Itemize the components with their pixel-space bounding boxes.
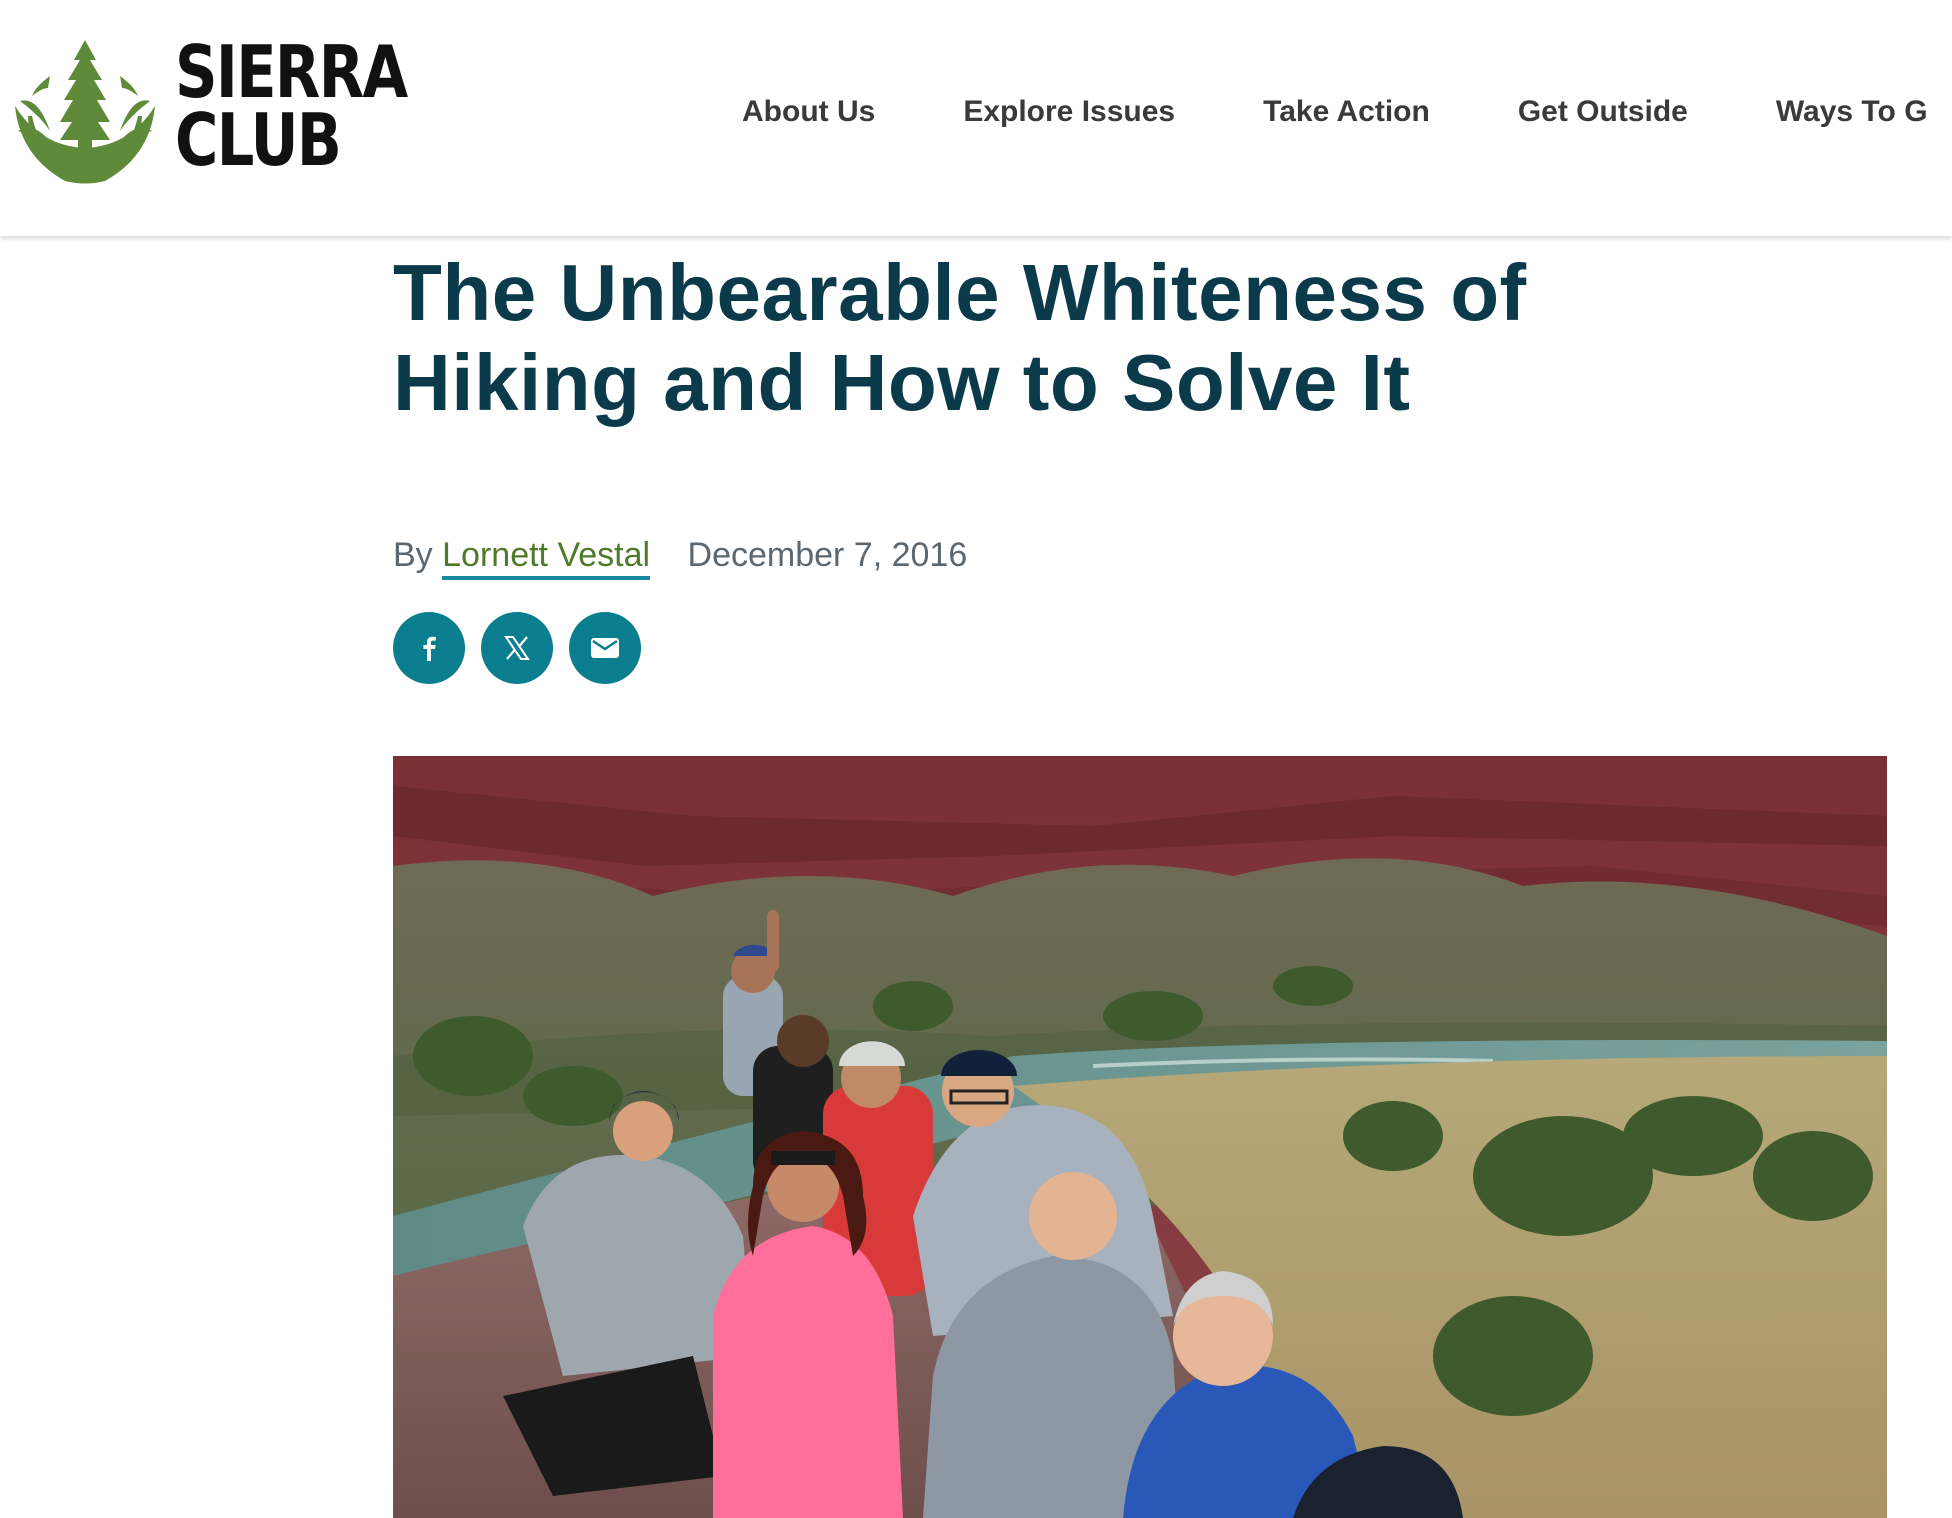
nav-about-us[interactable]: About Us (742, 95, 875, 129)
x-icon (504, 636, 530, 660)
byline-prefix: By (393, 536, 433, 574)
logo-wordmark-line2: CLUB (175, 98, 342, 182)
site-header: SIERRA CLUB About Us Explore Issues Take… (0, 0, 1952, 236)
sequoia-tree-logo-icon (13, 39, 157, 184)
sierra-club-logo-link[interactable]: SIERRA CLUB (10, 30, 420, 190)
page: SIERRA CLUB About Us Explore Issues Take… (0, 0, 1952, 1518)
hero-photo-group-hikers (393, 756, 1887, 1518)
article-title: The Unbearable Whiteness of Hiking and H… (393, 248, 1527, 427)
share-buttons (393, 612, 657, 684)
hero-image (393, 756, 1887, 1518)
email-icon (591, 638, 619, 658)
author-link[interactable]: Lornett Vestal (442, 536, 651, 580)
nav-explore-issues[interactable]: Explore Issues (963, 95, 1175, 129)
nav-ways-to-give[interactable]: Ways To G (1776, 95, 1928, 129)
nav-take-action[interactable]: Take Action (1263, 95, 1430, 129)
byline: By Lornett Vestal December 7, 2016 (393, 536, 968, 580)
publish-date: December 7, 2016 (687, 536, 968, 574)
main-nav: About Us Explore Issues Take Action Get … (742, 90, 1952, 134)
share-email-button[interactable] (569, 612, 641, 684)
nav-get-outside[interactable]: Get Outside (1518, 95, 1688, 129)
facebook-icon (423, 636, 436, 661)
share-x-button[interactable] (481, 612, 553, 684)
share-facebook-button[interactable] (393, 612, 465, 684)
